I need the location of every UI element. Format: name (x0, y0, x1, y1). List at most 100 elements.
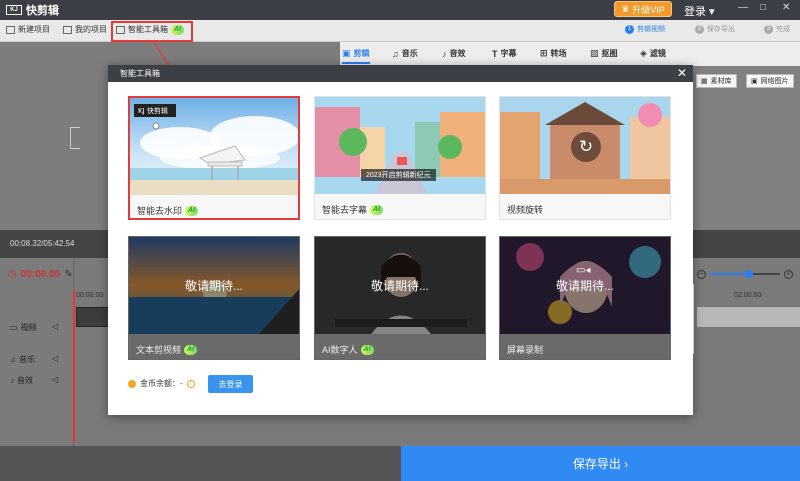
filter-icon: ◈ (640, 48, 647, 58)
track-video: ▭ 视频 (10, 322, 37, 333)
step-label: 剪辑视频 (637, 26, 665, 33)
info-icon[interactable]: ! (186, 379, 195, 388)
edit-pencil-icon[interactable]: ✎ (64, 269, 72, 280)
card-label: 文本剪视频 AI (136, 343, 198, 356)
cutout-icon: ▨ (590, 48, 599, 58)
card-title: AI数字人 (322, 345, 358, 355)
track-music: ♫ 音乐 (10, 354, 35, 365)
material-library-button[interactable]: ▦ 素材库 (696, 74, 737, 88)
track-label-text: 音乐 (19, 355, 35, 364)
card-label: AI数字人 AI (322, 343, 374, 356)
coin-balance: 金币余额：- ! (128, 378, 195, 389)
folder-icon (63, 25, 72, 34)
card-title: 屏幕录制 (507, 345, 544, 355)
tab-sfx[interactable]: ♪ 音效 (442, 48, 466, 59)
thumbnail-house-scene: ↻ (500, 97, 670, 194)
sfx-mute-icon[interactable]: ◁ (52, 375, 58, 384)
tab-edit[interactable]: ▣ 剪辑 (342, 48, 370, 64)
title-bar: KJ 快剪辑 ♛ 升级VIP 登录 ▾ — □ ✕ (0, 0, 800, 20)
ruler-end: 02:00.00 (734, 292, 762, 299)
step-edit: 1 剪辑视频 (625, 24, 665, 34)
tool-card-remove-subtitle[interactable]: 2023开启剪辑新纪元 智能去字幕 AI (314, 96, 486, 220)
material-library-label: 素材库 (710, 78, 732, 85)
text-icon: T (492, 48, 498, 59)
step-label: 完成 (776, 26, 790, 33)
clock-icon: ◷ (8, 269, 17, 280)
step-number: 2 (695, 24, 704, 34)
plus-square-icon (6, 25, 15, 34)
tool-card-remove-watermark[interactable]: KJ 快剪辑 智能去水印 AI (128, 96, 300, 220)
tab-subtitle[interactable]: T 字幕 (492, 48, 517, 59)
tab-label: 音效 (449, 49, 466, 58)
dialog-title: 智能工具箱 (120, 69, 160, 78)
logo-icon: KJ (6, 5, 22, 15)
caption-overlay: 2023开启剪辑新纪元 (361, 169, 436, 181)
close-icon[interactable]: ✕ (677, 66, 687, 80)
save-export-button[interactable]: 保存导出 › (401, 446, 800, 481)
grid-icon: ▦ (701, 78, 708, 85)
tab-filter[interactable]: ◈ 滤镜 (640, 48, 666, 59)
maximize-icon[interactable]: □ (760, 2, 766, 13)
tab-label: 字幕 (500, 49, 517, 58)
music-icon: ♫ (10, 355, 16, 364)
close-icon[interactable]: ✕ (782, 2, 790, 13)
edit-icon: ▣ (342, 48, 351, 58)
card-label: 视频旋转 (507, 203, 543, 216)
smart-toolbox-dialog: 智能工具箱 ✕ KJ 快剪辑 智能去水印 AI 2023开启剪辑新纪元 智能去字… (108, 65, 693, 415)
zoom-in-icon[interactable]: + (784, 269, 793, 279)
rotate-icon: ↻ (571, 132, 601, 162)
current-time-value: 00:00.00 (20, 269, 61, 280)
svg-text:KJ 快剪辑: KJ 快剪辑 (138, 106, 168, 115)
card-title: 文本剪视频 (136, 345, 182, 355)
music-mute-icon[interactable]: ◁ (52, 354, 58, 363)
crown-icon: ♛ (621, 3, 630, 14)
video-clip-thumbnails[interactable] (697, 307, 800, 327)
ai-badge: AI (184, 344, 198, 355)
playhead[interactable] (73, 290, 75, 442)
sound-effect-icon: ♪ (442, 48, 447, 59)
tool-card-text-edit-video[interactable]: 敬请期待... 文本剪视频 AI (128, 236, 300, 360)
tab-label: 转场 (550, 49, 567, 58)
ai-badge: AI (185, 205, 199, 216)
new-project-button[interactable]: 新建项目 (6, 24, 50, 35)
thumbnail-street-scene: 2023开启剪辑新纪元 (315, 97, 485, 194)
current-time: ◷ 00:00.00 ✎ (8, 269, 73, 280)
track-header-column (0, 258, 74, 446)
app-logo: KJ 快剪辑 (6, 2, 59, 18)
track-sfx: ♪ 音效 (10, 375, 33, 386)
tool-card-video-rotate[interactable]: ↻ 视频旋转 (499, 96, 671, 220)
card-label: 屏幕录制 (507, 343, 543, 356)
edit-tabs-bar: ▣ 剪辑 ♫ 音乐 ♪ 音效 T 字幕 ⊞ 转场 ▨ 抠图 ◈ 滤镜 (340, 42, 800, 66)
video-mute-icon[interactable]: ◁ (52, 322, 58, 331)
card-title: 视频旋转 (507, 205, 544, 215)
upgrade-vip-button[interactable]: ♛ 升级VIP (614, 1, 672, 17)
tab-music[interactable]: ♫ 音乐 (392, 48, 418, 59)
minimize-icon[interactable]: — (738, 2, 748, 13)
transition-icon: ⊞ (540, 48, 548, 58)
zoom-out-icon[interactable]: − (697, 269, 706, 279)
web-images-label: 网络图片 (760, 78, 789, 85)
tab-transition[interactable]: ⊞ 转场 (540, 48, 567, 59)
coming-soon-overlay: 敬请期待... (500, 237, 670, 334)
my-projects-button[interactable]: 我的项目 (63, 24, 107, 35)
coming-soon-overlay: 敬请期待... (129, 237, 299, 334)
go-login-button[interactable]: 去登录 (208, 375, 253, 393)
tab-cutout[interactable]: ▨ 抠图 (590, 48, 618, 59)
tab-label: 剪辑 (353, 49, 370, 58)
coin-balance-label: 金币余额：- (140, 379, 183, 388)
vip-label: 升级VIP (632, 4, 665, 15)
thumbnail-presenter: 敬请期待... (315, 237, 485, 334)
web-images-button[interactable]: ▣ 网络图片 (746, 74, 794, 88)
card-title: 智能去字幕 (322, 205, 368, 215)
tab-label: 音乐 (401, 49, 418, 58)
zoom-slider[interactable] (710, 270, 780, 278)
zoom-knob[interactable] (744, 270, 753, 278)
tool-card-ai-digital-human[interactable]: 敬请期待... AI数字人 AI (314, 236, 486, 360)
card-title: 智能去水印 (137, 206, 183, 216)
tool-card-screen-record[interactable]: 敬请期待... ▭◂ 屏幕录制 (499, 236, 671, 360)
login-link[interactable]: 登录 ▾ (684, 3, 715, 19)
thumbnail-neon-girl: 敬请期待... ▭◂ (500, 237, 670, 334)
my-projects-label: 我的项目 (75, 25, 107, 34)
image-icon: ▣ (751, 78, 758, 85)
sound-effect-icon: ♪ (10, 376, 14, 385)
